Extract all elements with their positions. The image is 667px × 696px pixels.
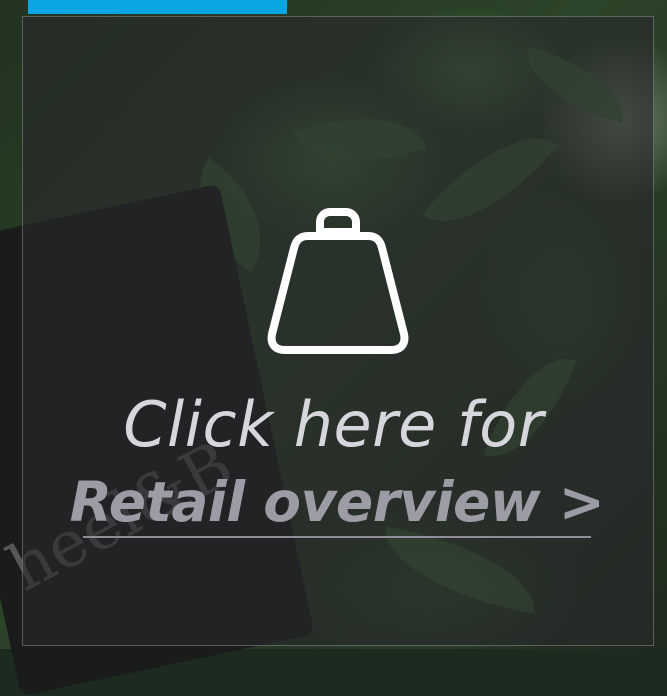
accent-bar [28,0,287,14]
retail-overview-link[interactable]: Retail overview > [70,468,605,538]
shopping-bag-icon [267,208,409,354]
promo-heading: Click here for [123,388,544,461]
